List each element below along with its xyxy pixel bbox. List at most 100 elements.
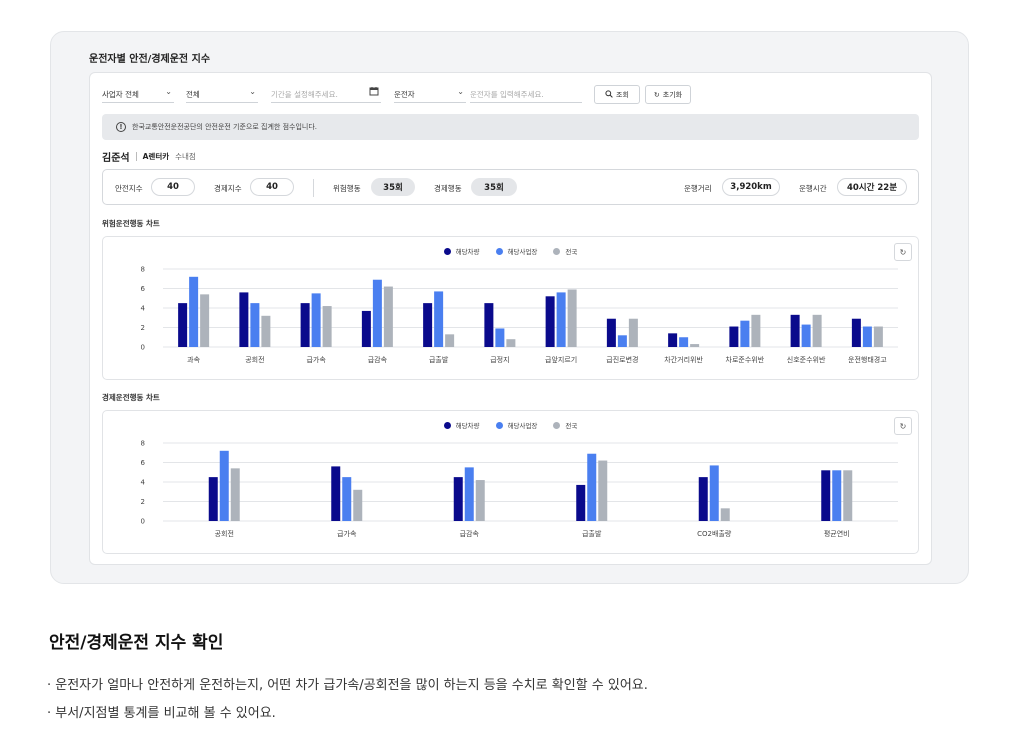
bar — [617, 335, 627, 347]
scope-select[interactable]: 전체 ⌄ — [186, 85, 258, 103]
risk-action-label: 위험행동 — [333, 184, 361, 193]
bar — [434, 291, 444, 347]
x-tick-label: 차로준수위반 — [726, 355, 765, 364]
y-tick-label: 0 — [141, 344, 145, 352]
bar — [342, 477, 352, 521]
economy-chart-title: 경제운전행동 차트 — [102, 393, 160, 402]
bar — [261, 315, 271, 347]
bar — [851, 318, 861, 347]
y-tick-label: 4 — [141, 305, 146, 313]
x-tick-label: CO2배출량 — [697, 529, 732, 538]
search-icon — [605, 89, 613, 100]
bar — [230, 468, 240, 521]
bar — [300, 303, 310, 347]
refresh-icon: ↻ — [653, 90, 660, 99]
bar — [720, 508, 730, 521]
bar — [812, 314, 822, 347]
bar — [353, 489, 363, 521]
calendar-icon[interactable] — [369, 86, 379, 98]
driver-name: 김준석 — [102, 153, 130, 164]
risk-action-value: 35회 — [371, 178, 415, 196]
economy-index-value: 40 — [250, 178, 294, 196]
info-icon: ! — [116, 122, 126, 132]
bar — [372, 279, 382, 347]
drive-time-value: 40시간 22분 — [837, 178, 907, 196]
frame-title: 운전자별 안전/경제운전 지수 — [89, 54, 211, 65]
bar — [668, 333, 678, 347]
bar — [832, 470, 842, 521]
driver-input-placeholder: 운전자를 입력해주세요. — [470, 90, 544, 99]
bar — [495, 328, 505, 347]
bar — [475, 480, 485, 521]
x-tick-label: 급감속 — [460, 530, 480, 538]
company-select[interactable]: 사업자 전체 ⌄ — [102, 85, 174, 103]
driver-input[interactable]: 운전자를 입력해주세요. — [470, 85, 582, 103]
driver-branch: 수내점 — [175, 152, 196, 161]
x-tick-label: 차간거리위반 — [664, 355, 703, 364]
stats-bar: 안전지수 40 경제지수 40 위험행동 35회 경제행동 35회 운행거리 3… — [102, 169, 919, 205]
bar — [239, 292, 249, 347]
feature-bullet: · 운전자가 얼마나 안전하게 운전하는지, 어떤 차가 급가속/공회전을 많이… — [47, 678, 648, 693]
bar — [740, 320, 750, 347]
company-select-value: 사업자 전체 — [102, 90, 139, 99]
eco-action-value: 35회 — [471, 178, 517, 196]
bar — [873, 326, 883, 347]
x-tick-label: 급정지 — [490, 355, 509, 364]
risk-chart-title: 위험운전행동 차트 — [102, 219, 160, 228]
x-tick-label: 급감속 — [368, 356, 388, 364]
eco-action-label: 경제행동 — [434, 184, 462, 193]
x-tick-label: 공회전 — [245, 355, 264, 364]
y-tick-label: 2 — [141, 324, 145, 332]
driver-company: A렌터카 — [142, 152, 170, 161]
driver-info: 김준석 A렌터카 수내점 — [102, 149, 196, 164]
x-tick-label: 신호준수위반 — [787, 355, 826, 364]
bar — [189, 276, 199, 347]
bar — [709, 465, 719, 521]
reset-button[interactable]: ↻ 초기화 — [645, 85, 691, 104]
economy-chart-svg: 0 2 4 6 8 공회전 급가속 급감속 급출발 CO2배출량 평균연비 — [141, 440, 898, 538]
y-tick-label: 8 — [141, 440, 145, 448]
economy-index-label: 경제지수 — [214, 184, 242, 193]
bar — [862, 326, 872, 347]
x-tick-label: 급진로변경 — [606, 355, 638, 364]
bar — [361, 310, 371, 347]
bar — [423, 303, 433, 347]
reset-button-label: 초기화 — [662, 90, 683, 99]
safety-index-value: 40 — [151, 178, 195, 196]
search-button[interactable]: 조회 — [594, 85, 640, 104]
bar — [628, 318, 638, 347]
bar — [200, 294, 210, 347]
bar — [331, 466, 341, 521]
x-tick-label: 급출발 — [582, 529, 602, 538]
safety-index-label: 안전지수 — [115, 184, 143, 193]
chevron-down-icon: ⌄ — [457, 87, 464, 96]
bar — [690, 344, 700, 347]
x-tick-label: 평균연비 — [824, 529, 850, 538]
bar — [178, 303, 188, 347]
bar — [383, 286, 393, 347]
x-tick-label: 공회전 — [215, 529, 234, 538]
x-tick-label: 급가속 — [306, 355, 326, 364]
bar — [484, 303, 494, 347]
bar — [729, 326, 739, 347]
risk-chart-box: 해당차량 해당사업장 전국 ↻ 0 2 4 6 8 과속 공회전 급가속 급감속 급출발 급정지 급앞… — [102, 236, 919, 380]
driver-select[interactable]: 운전자 ⌄ — [394, 85, 466, 103]
x-tick-label: 급앞지르기 — [545, 355, 577, 364]
y-tick-label: 2 — [141, 498, 145, 506]
chevron-down-icon: ⌄ — [165, 87, 172, 96]
bar — [506, 339, 516, 347]
divider — [313, 179, 314, 197]
driver-select-value: 운전자 — [394, 90, 415, 99]
date-range-input[interactable]: 기간을 설정해주세요. — [271, 85, 381, 103]
bar — [322, 306, 332, 347]
y-tick-label: 6 — [141, 285, 146, 293]
bar — [556, 292, 566, 347]
bar — [219, 450, 229, 521]
bar — [843, 470, 853, 521]
dashboard-panel: 사업자 전체 ⌄ 전체 ⌄ 기간을 설정해주세요. 운전자 ⌄ 운전자를 입력해… — [89, 72, 932, 565]
distance-value: 3,920km — [722, 178, 780, 196]
search-button-label: 조회 — [616, 90, 629, 99]
bar — [751, 314, 761, 347]
bar — [453, 477, 463, 521]
date-range-placeholder: 기간을 설정해주세요. — [271, 90, 338, 99]
